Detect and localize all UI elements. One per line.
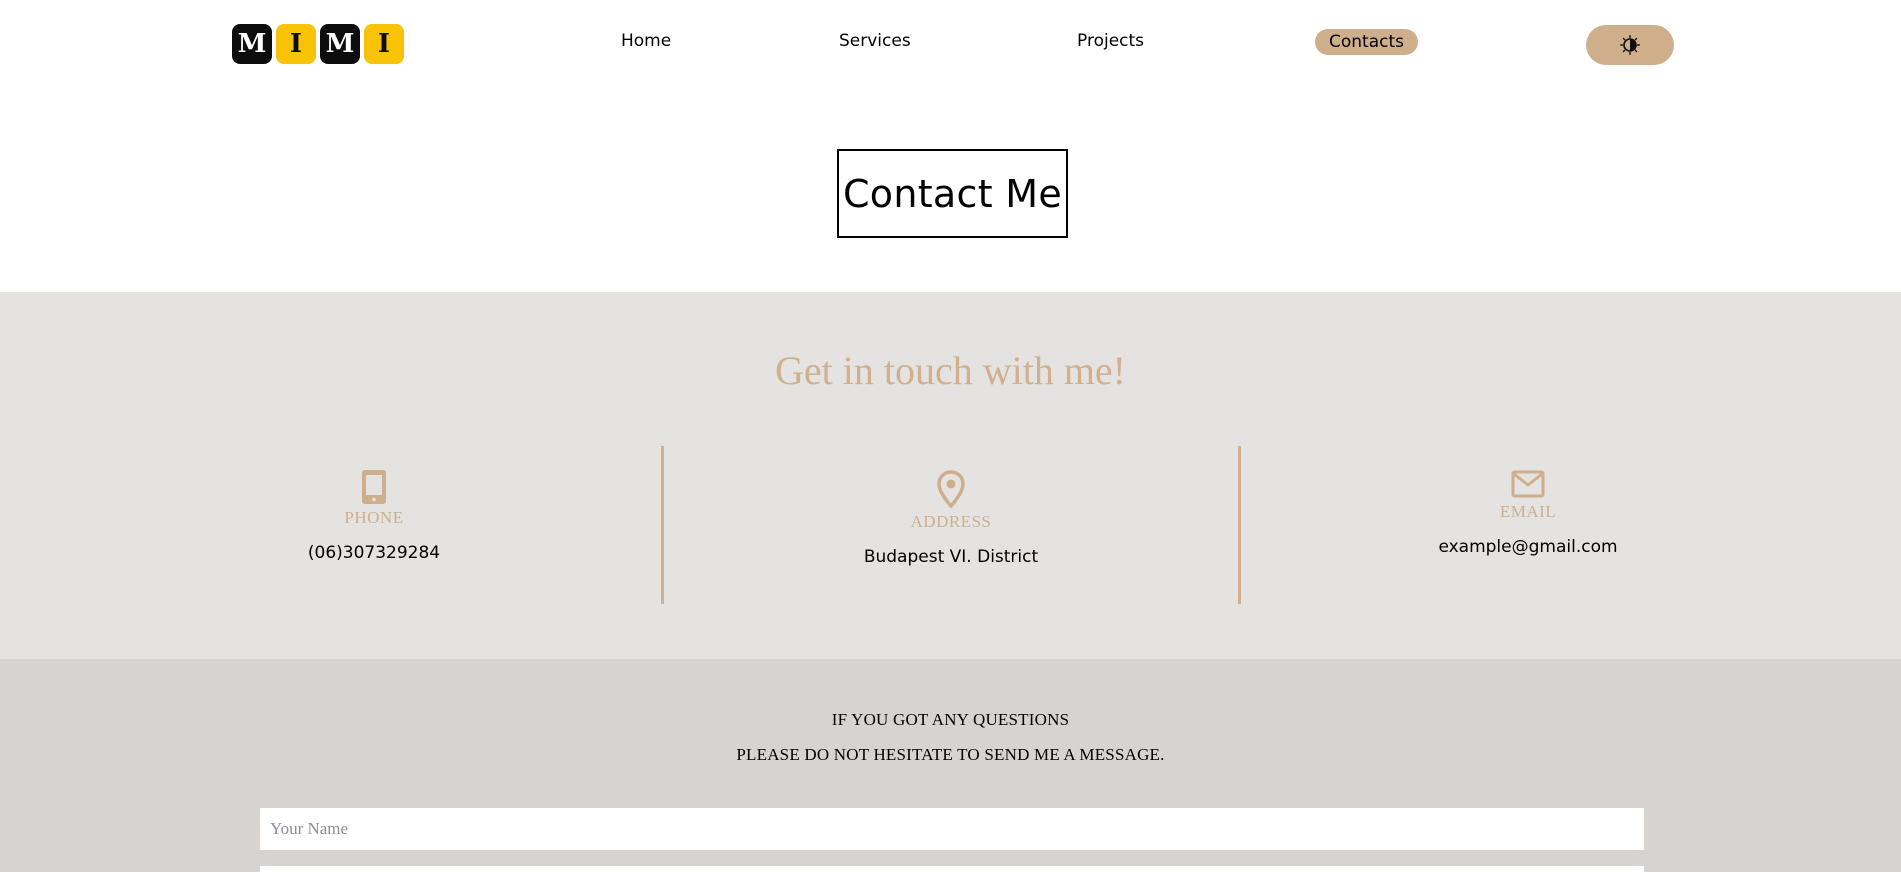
theme-toggle-button[interactable]: [1586, 25, 1674, 65]
contact-heading: Get in touch with me!: [774, 348, 1127, 393]
column-divider: [661, 446, 664, 604]
logo-tile: M: [320, 24, 360, 64]
logo-tile: M: [232, 24, 272, 64]
email-value: example@gmail.com: [1438, 537, 1618, 557]
logo-tile: I: [364, 24, 404, 64]
brightness-contrast-icon: [1620, 35, 1640, 55]
site-logo[interactable]: M I M I: [232, 24, 404, 64]
message-section: IF YOU GOT ANY QUESTIONS PLEASE DO NOT H…: [0, 659, 1901, 876]
nav-link-projects[interactable]: Projects: [1077, 31, 1144, 51]
name-input[interactable]: [260, 808, 1644, 850]
site-header: M I M I Home Services Projects Contacts: [0, 0, 1901, 90]
address-value: Budapest VI. District: [863, 547, 1039, 567]
nav-link-services[interactable]: Services: [839, 31, 911, 51]
page-title: Contact Me: [837, 149, 1068, 238]
contact-info-section: Get in touch with me! PHONE (06)30732928…: [0, 292, 1901, 659]
phone-value: (06)307329284: [307, 543, 441, 563]
phone-block: PHONE (06)307329284: [224, 470, 524, 563]
nav-link-home[interactable]: Home: [621, 31, 671, 51]
nav-link-contacts[interactable]: Contacts: [1315, 29, 1418, 55]
logo-tile: I: [276, 24, 316, 64]
email-block: EMAIL example@gmail.com: [1378, 470, 1678, 557]
envelope-icon: [1511, 470, 1545, 498]
address-block: ADDRESS Budapest VI. District: [801, 470, 1101, 567]
phone-icon: [362, 470, 386, 504]
address-label: ADDRESS: [910, 512, 992, 531]
email-label: EMAIL: [1499, 502, 1557, 521]
next-form-field[interactable]: [260, 866, 1644, 876]
title-section: Contact Me: [0, 90, 1901, 292]
message-intro-line-1: IF YOU GOT ANY QUESTIONS: [831, 710, 1070, 729]
message-intro-line-2: PLEASE DO NOT HESITATE TO SEND ME A MESS…: [736, 745, 1165, 764]
column-divider: [1238, 446, 1241, 604]
location-pin-icon: [937, 470, 965, 509]
phone-label: PHONE: [344, 508, 404, 527]
